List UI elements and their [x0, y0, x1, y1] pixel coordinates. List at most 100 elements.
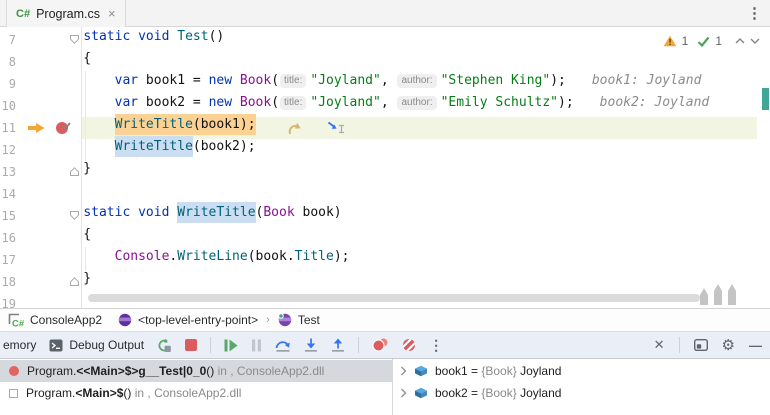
step-over-icon[interactable] [275, 338, 291, 353]
line-number[interactable]: 14 [0, 183, 16, 205]
code-line[interactable]: 18 } [0, 271, 770, 293]
layout-icon[interactable] [694, 339, 708, 351]
svg-text:C#: C# [12, 318, 24, 328]
variable-row[interactable]: book1 = {Book} Joyland [394, 360, 770, 382]
code-token: var [115, 95, 138, 110]
code-token [130, 29, 138, 44]
inspection-widget[interactable]: 1 1 [663, 34, 760, 48]
view-breakpoints-icon[interactable] [372, 338, 389, 352]
line-number[interactable]: 10 [0, 95, 16, 117]
debug-toolbar-right: ✕ ⚙ — [654, 332, 762, 358]
horizontal-scrollbar[interactable] [88, 294, 700, 302]
csharp-project-icon: C# [8, 313, 24, 328]
code-line[interactable]: 7 static void Test() [0, 29, 770, 51]
rerun-icon[interactable] [157, 338, 172, 353]
line-number[interactable]: 19 [0, 293, 16, 308]
code-line[interactable]: 14 [0, 183, 770, 205]
stack-frame-row[interactable]: Program.<Main>$() in , ConsoleApp2.dll [0, 382, 392, 404]
code-text[interactable]: var book1 = new Book(title:"Joyland", au… [52, 73, 701, 95]
settings-icon[interactable]: ⚙ [722, 336, 735, 354]
code-text[interactable]: { [52, 51, 91, 73]
breadcrumb-item-test[interactable]: Test [278, 313, 320, 327]
code-editor[interactable]: 7 static void Test()8 {9 var book1 = new… [0, 27, 770, 308]
code-line[interactable]: 9 var book1 = new Book(title:"Joyland", … [0, 73, 770, 95]
variables-panel[interactable]: book1 = {Book} Joylandbook2 = {Book} Joy… [394, 359, 770, 415]
code-text[interactable]: Console.WriteLine(book.Title); [52, 249, 349, 271]
code-token: Console [115, 249, 170, 264]
editor-options-kebab-icon[interactable]: ⋮ [747, 4, 762, 22]
code-token: WriteTitle [115, 114, 193, 135]
code-line[interactable]: 16 { [0, 227, 770, 249]
close-tab-icon[interactable]: × [108, 6, 116, 21]
tab-memory[interactable]: emory [3, 338, 36, 352]
tab-title: Program.cs [36, 7, 100, 21]
variable-row[interactable]: book2 = {Book} Joyland [394, 382, 770, 404]
minimize-icon[interactable]: — [749, 338, 762, 353]
code-line[interactable]: 15 static void WriteTitle(Book book) [0, 205, 770, 227]
code-token [232, 95, 240, 110]
code-line[interactable]: 17 Console.WriteLine(book.Title); [0, 249, 770, 271]
line-number[interactable]: 9 [0, 73, 16, 95]
stack-frame-text: Program.<<Main>$>g__Test|0_0() in , Cons… [27, 364, 324, 378]
frames-panel[interactable]: Program.<<Main>$>g__Test|0_0() in , Cons… [0, 359, 393, 415]
terminal-icon [49, 339, 63, 352]
code-line[interactable]: 12 WriteTitle(book2); [0, 139, 770, 161]
kebab-icon[interactable]: ⋮ [429, 337, 443, 354]
run-to-cursor-icon[interactable] [327, 121, 346, 135]
code-token: "Stephen King" [441, 73, 551, 88]
step-into-icon[interactable] [304, 338, 318, 353]
code-token: void [138, 29, 169, 44]
code-token: (book. [248, 249, 295, 264]
line-number[interactable]: 7 [0, 29, 16, 51]
resume-icon[interactable] [224, 339, 238, 352]
inline-debug-value: book1: Joyland [592, 73, 702, 88]
scrollbar-execution-mark[interactable] [762, 88, 769, 110]
line-number[interactable]: 17 [0, 249, 16, 271]
breadcrumb-item--top-level-entry-point-[interactable]: <top-level-entry-point> [118, 313, 258, 327]
execution-pointer-icon [27, 122, 46, 134]
line-number[interactable]: 15 [0, 205, 16, 227]
line-number[interactable]: 16 [0, 227, 16, 249]
code-text[interactable]: } [52, 161, 91, 183]
code-token: "Joyland" [310, 95, 380, 110]
line-number[interactable]: 8 [0, 51, 16, 73]
pause-icon[interactable] [251, 339, 262, 352]
code-token [52, 249, 115, 264]
line-number[interactable]: 18 [0, 271, 16, 293]
tab-program-cs[interactable]: C# Program.cs × [6, 0, 126, 27]
csharp-file-icon: C# [16, 8, 30, 20]
line-number[interactable]: 11 [0, 117, 16, 139]
code-token: Book [240, 95, 271, 110]
mute-breakpoints-icon[interactable] [402, 338, 416, 352]
chevron-down-icon[interactable] [750, 38, 760, 44]
code-line[interactable]: 13 } [0, 161, 770, 183]
code-token: , [381, 95, 397, 110]
stop-icon[interactable] [185, 339, 197, 351]
chevron-right-icon[interactable] [400, 366, 407, 376]
code-text[interactable]: static void Test() [52, 29, 224, 51]
tab-debug-output[interactable]: Debug Output [49, 338, 144, 352]
stack-frame-row[interactable]: Program.<<Main>$>g__Test|0_0() in , Cons… [0, 360, 392, 382]
code-text[interactable]: WriteTitle(book2); [52, 139, 256, 161]
code-token: () [209, 29, 225, 44]
breadcrumb: C#ConsoleApp2<top-level-entry-point>›Tes… [0, 308, 770, 331]
line-number[interactable]: 13 [0, 161, 16, 183]
breadcrumb-label: Test [298, 313, 320, 327]
ok-icon [697, 36, 710, 47]
code-text[interactable]: } [52, 271, 91, 293]
code-text[interactable]: { [52, 227, 91, 249]
code-text[interactable]: static void WriteTitle(Book book) [52, 205, 342, 227]
line-number[interactable]: 12 [0, 139, 16, 161]
step-out-icon[interactable] [331, 338, 345, 353]
code-line[interactable]: 8 { [0, 51, 770, 73]
editor-tab-bar: C# Program.cs × ⋮ [0, 0, 770, 27]
code-token: book1 = [138, 73, 208, 88]
close-icon[interactable]: ✕ [654, 337, 665, 353]
set-next-statement-icon[interactable] [287, 121, 303, 136]
toolbar-separator [358, 337, 359, 353]
code-token: { [52, 51, 91, 66]
code-token: ); [334, 249, 350, 264]
chevron-up-icon[interactable] [735, 38, 745, 44]
chevron-right-icon[interactable] [400, 388, 407, 398]
breadcrumb-item-consoleapp2[interactable]: C#ConsoleApp2 [8, 313, 102, 328]
